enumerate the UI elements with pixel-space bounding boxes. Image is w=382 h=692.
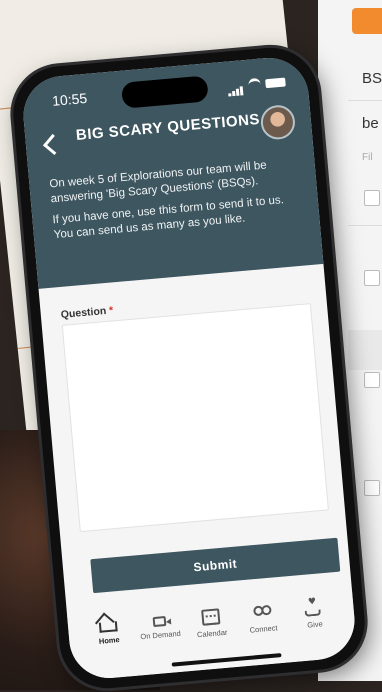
avatar[interactable] [259, 103, 297, 141]
page-title: BIG SCARY QUESTIONS [75, 110, 261, 144]
background-checkbox [364, 480, 380, 496]
tab-bar: Home On Demand Calendar Connect Give [67, 590, 358, 682]
phone-screen: 10:55 BIG SCARY QUESTIONS On week 5 of E… [20, 54, 358, 682]
calendar-icon [201, 608, 221, 626]
home-icon [98, 621, 118, 633]
tab-home[interactable]: Home [82, 610, 138, 680]
wifi-icon [248, 77, 262, 92]
signal-icon [227, 76, 245, 97]
question-textarea[interactable] [61, 303, 329, 533]
question-label: Question * [60, 304, 113, 321]
background-checkbox [364, 270, 380, 286]
background-text: Fil [362, 152, 373, 163]
background-orange-button [352, 8, 382, 34]
question-label-text: Question [60, 305, 107, 321]
background-text: BS [362, 70, 382, 87]
give-icon [304, 599, 323, 617]
background-text: be [362, 115, 379, 132]
submit-button[interactable]: Submit [90, 537, 341, 594]
required-mark: * [108, 304, 114, 317]
people-icon [253, 604, 272, 622]
background-row [348, 330, 382, 370]
status-time: 10:55 [51, 89, 88, 109]
background-checkbox [364, 190, 380, 206]
tab-label: Home [98, 635, 121, 646]
page-header: 10:55 BIG SCARY QUESTIONS On week 5 of E… [20, 54, 324, 289]
status-icons [227, 73, 286, 97]
intro-text: On week 5 of Explorations our team will … [49, 156, 302, 249]
phone-device: 10:55 BIG SCARY QUESTIONS On week 5 of E… [9, 43, 369, 692]
video-icon [152, 615, 167, 628]
divider [348, 100, 382, 101]
tab-label: Give [306, 619, 324, 630]
background-checkbox [364, 372, 380, 388]
tab-label: Connect [249, 623, 278, 635]
back-icon[interactable] [42, 133, 65, 156]
tab-give[interactable]: Give [287, 592, 343, 662]
divider [348, 225, 382, 226]
tab-label: Calendar [196, 627, 228, 640]
tab-label: On Demand [140, 628, 182, 642]
dynamic-island [120, 75, 209, 109]
battery-icon [265, 77, 286, 89]
